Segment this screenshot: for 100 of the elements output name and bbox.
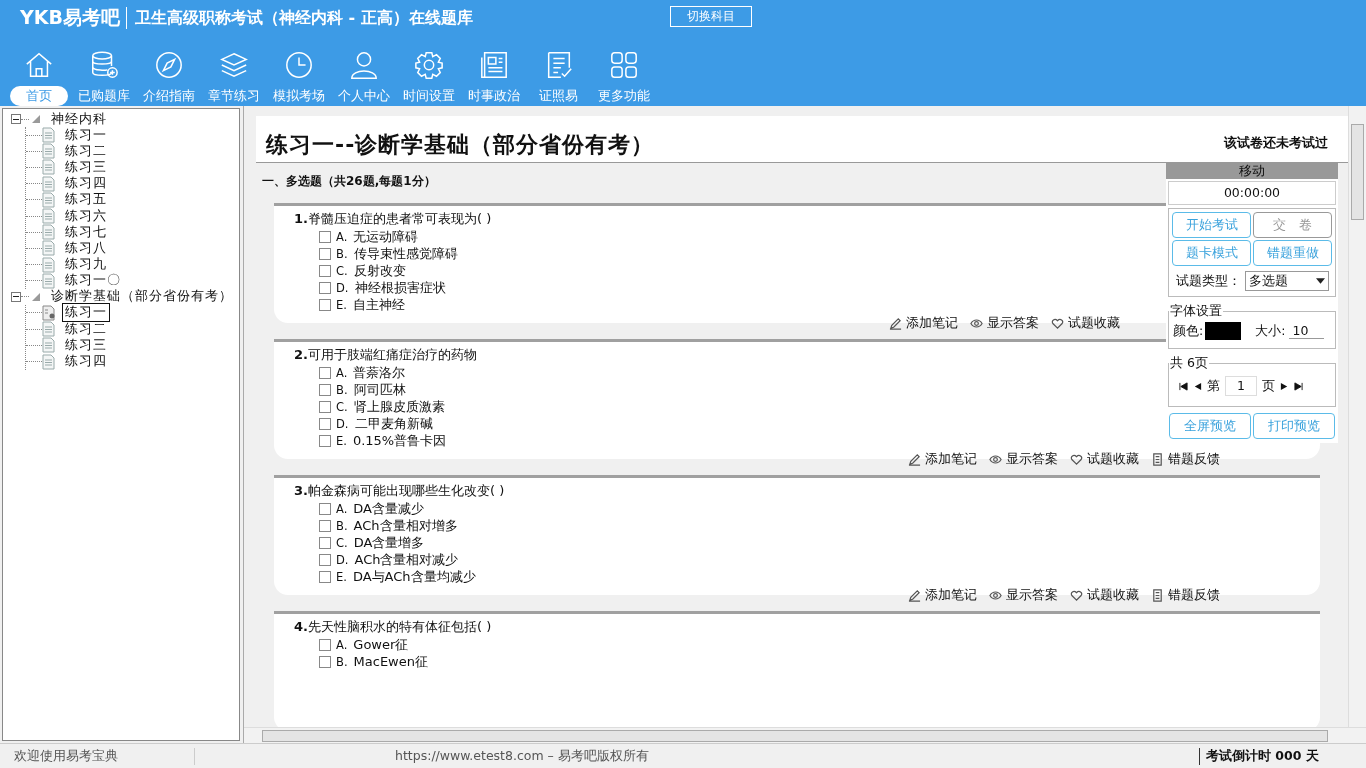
document-icon [42, 321, 56, 338]
action-link[interactable]: 显示答案 [1006, 451, 1058, 468]
checkbox[interactable] [319, 247, 331, 260]
group-legend: 共 6页 [1169, 355, 1209, 372]
eye-icon[interactable] [989, 453, 1002, 466]
option-letter: B. [336, 518, 348, 533]
previous-page-icon[interactable] [1193, 381, 1202, 391]
tree-folder[interactable]: 诊断学基础（部分省份有考） [51, 288, 233, 306]
checkbox[interactable] [319, 400, 331, 413]
document-icon [42, 175, 56, 192]
checkbox[interactable] [319, 417, 331, 430]
question-text: 4.先天性脑积水的特有体征包括( ) [294, 618, 492, 636]
pencil-icon[interactable] [908, 589, 921, 602]
window-title: 卫生高级职称考试（神经内科 - 正高）在线题库 [134, 7, 473, 29]
option-letter: A. [336, 637, 348, 652]
checkbox[interactable] [319, 638, 331, 651]
checkbox[interactable] [319, 383, 331, 396]
option-text: 普萘洛尔 [353, 363, 406, 382]
document-icon [42, 143, 56, 160]
checkbox[interactable] [319, 502, 331, 515]
next-page-icon[interactable] [1280, 381, 1289, 391]
eye-icon[interactable] [970, 317, 983, 330]
option-text: 传导束性感觉障碍 [353, 244, 458, 263]
page-field[interactable]: 1 [1225, 376, 1257, 396]
heart-icon[interactable] [1051, 317, 1064, 330]
checkbox[interactable] [319, 536, 331, 549]
type-dropdown[interactable]: 多选题 [1244, 271, 1329, 291]
action-link[interactable]: 错题反馈 [1168, 451, 1220, 468]
action-link[interactable]: 显示答案 [987, 315, 1039, 332]
checkbox[interactable] [319, 281, 331, 294]
checkbox[interactable] [319, 366, 331, 379]
document-icon [42, 337, 56, 354]
option-letter: E. [336, 569, 347, 584]
action-link[interactable]: 添加笔记 [906, 315, 958, 332]
checkbox[interactable] [319, 519, 331, 532]
horizontal-scrollbar[interactable] [244, 727, 1366, 743]
collapse-icon[interactable] [11, 114, 21, 124]
option-letter: E. [336, 433, 347, 448]
action-link[interactable]: 错题反馈 [1168, 587, 1220, 604]
option-text: Gower征 [353, 635, 409, 654]
option-letter: B. [336, 654, 348, 669]
checkbox[interactable] [319, 434, 331, 447]
exam-status: 该试卷还未考试过 [1224, 134, 1328, 152]
action-link[interactable]: 试题收藏 [1087, 587, 1139, 604]
option-text: 神经根损害症状 [354, 278, 446, 297]
pencil-icon[interactable] [889, 317, 902, 330]
checkbox[interactable] [319, 570, 331, 583]
action-link[interactable]: 试题收藏 [1087, 451, 1139, 468]
paper-title: 练习一--诊断学基础（部分省份有考） [266, 131, 655, 159]
collapse-icon[interactable] [11, 291, 21, 302]
action-link[interactable]: 试题收藏 [1068, 315, 1120, 332]
layers-icon[interactable] [218, 50, 249, 80]
feedback-icon[interactable] [1151, 453, 1164, 466]
option-letter: B. [336, 246, 348, 261]
checkbox[interactable] [319, 298, 331, 311]
field-label: 第 [1207, 377, 1220, 395]
timer-display: 00:00:00 [1168, 181, 1336, 205]
action-link[interactable]: 显示答案 [1006, 587, 1058, 604]
size-field[interactable]: 10 [1289, 323, 1325, 339]
grid-icon[interactable] [608, 50, 639, 80]
document-icon [42, 256, 56, 273]
checkbox[interactable] [319, 264, 331, 277]
tree-item[interactable]: 练习一 [62, 303, 110, 323]
option-text: 0.15%普鲁卡因 [352, 431, 447, 450]
option-text: DA含量增多 [353, 533, 425, 552]
gear-icon[interactable] [413, 50, 444, 80]
compass-icon[interactable] [153, 50, 184, 80]
last-page-icon[interactable] [1294, 381, 1303, 391]
document-icon [42, 353, 56, 370]
color-swatch[interactable] [1205, 322, 1242, 340]
tree-folder[interactable]: 神经内科 [51, 110, 107, 128]
option-text: DA与ACh含量均减少 [352, 567, 476, 586]
option-text: 阿司匹林 [353, 380, 406, 399]
newspaper-icon[interactable] [478, 50, 509, 80]
person-icon[interactable] [348, 50, 379, 80]
feedback-icon[interactable] [1151, 589, 1164, 602]
heart-icon[interactable] [1070, 453, 1083, 466]
checkbox[interactable] [319, 655, 331, 668]
checkbox[interactable] [319, 553, 331, 566]
option-letter: A. [336, 365, 348, 380]
eye-icon[interactable] [989, 589, 1002, 602]
option-text: 肾上腺皮质激素 [353, 397, 445, 416]
section-heading: 一、多选题（共26题,每题1分） [262, 173, 436, 189]
checkbox[interactable] [319, 230, 331, 243]
option-letter: C. [336, 399, 348, 414]
document-icon [42, 127, 56, 144]
first-page-icon[interactable] [1179, 381, 1188, 391]
action-link[interactable]: 添加笔记 [925, 587, 977, 604]
clock-icon[interactable] [283, 50, 314, 80]
vertical-scrollbar[interactable] [1348, 106, 1366, 727]
heart-icon[interactable] [1070, 589, 1083, 602]
option-letter: D. [336, 552, 349, 567]
home-icon[interactable] [23, 50, 54, 80]
action-link[interactable]: 添加笔记 [925, 451, 977, 468]
caret-icon [1315, 278, 1325, 284]
tree-item[interactable]: 练习四 [62, 352, 110, 372]
option-letter: C. [336, 263, 348, 278]
move-handle[interactable]: 移动 [1166, 162, 1338, 179]
pencil-icon[interactable] [908, 453, 921, 466]
app-logo: YKB易考吧 [20, 5, 120, 30]
